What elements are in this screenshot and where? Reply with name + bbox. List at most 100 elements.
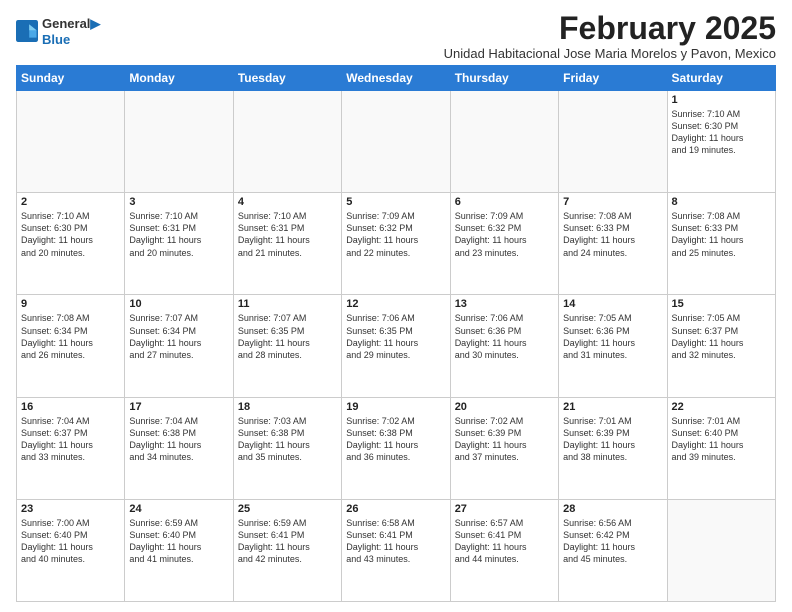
day-info: Sunrise: 7:10 AMSunset: 6:30 PMDaylight:… xyxy=(672,108,771,157)
day-number: 16 xyxy=(21,401,120,413)
day-info: Sunrise: 7:03 AMSunset: 6:38 PMDaylight:… xyxy=(238,415,337,464)
table-row: 1 Sunrise: 7:10 AMSunset: 6:30 PMDaylight… xyxy=(667,91,775,193)
day-number: 24 xyxy=(129,503,228,515)
day-info: Sunrise: 7:08 AMSunset: 6:33 PMDaylight:… xyxy=(672,210,771,259)
table-row: 28Sunrise: 6:56 AMSunset: 6:42 PMDayligh… xyxy=(559,499,667,601)
day-number: 11 xyxy=(238,298,337,310)
day-number: 22 xyxy=(672,401,771,413)
logo-icon xyxy=(16,20,38,42)
day-info: Sunrise: 7:02 AMSunset: 6:38 PMDaylight:… xyxy=(346,415,445,464)
table-row: 19 Sunrise: 7:02 AMSunset: 6:38 PMDayligh… xyxy=(342,397,450,499)
title-block: February 2025 Unidad Habitacional Jose M… xyxy=(444,12,776,61)
table-row: 18 Sunrise: 7:03 AMSunset: 6:38 PMDayligh… xyxy=(233,397,341,499)
day-info: Sunrise: 7:00 AMSunset: 6:40 PMDaylight:… xyxy=(21,517,120,566)
day-number: 17 xyxy=(129,401,228,413)
table-row: 17Sunrise: 7:04 AMSunset: 6:38 PMDayligh… xyxy=(125,397,233,499)
table-row xyxy=(233,91,341,193)
table-row: 4 Sunrise: 7:10 AMSunset: 6:31 PMDaylight… xyxy=(233,193,341,295)
day-number: 27 xyxy=(455,503,554,515)
day-number: 12 xyxy=(346,298,445,310)
table-row xyxy=(559,91,667,193)
day-number: 20 xyxy=(455,401,554,413)
month-year-title: February 2025 xyxy=(444,12,776,44)
table-row xyxy=(450,91,558,193)
logo: General▶ Blue xyxy=(16,16,100,47)
day-number: 15 xyxy=(672,298,771,310)
table-row: 5 Sunrise: 7:09 AMSunset: 6:32 PMDaylight… xyxy=(342,193,450,295)
table-row: 6 Sunrise: 7:09 AMSunset: 6:32 PMDaylight… xyxy=(450,193,558,295)
header-wednesday: Wednesday xyxy=(342,66,450,91)
day-info: Sunrise: 6:58 AMSunset: 6:41 PMDaylight:… xyxy=(346,517,445,566)
day-number: 7 xyxy=(563,196,662,208)
day-info: Sunrise: 7:07 AMSunset: 6:35 PMDaylight:… xyxy=(238,312,337,361)
day-info: Sunrise: 7:06 AMSunset: 6:36 PMDaylight:… xyxy=(455,312,554,361)
table-row: 20 Sunrise: 7:02 AMSunset: 6:39 PMDayligh… xyxy=(450,397,558,499)
header-tuesday: Tuesday xyxy=(233,66,341,91)
day-info: Sunrise: 6:57 AMSunset: 6:41 PMDaylight:… xyxy=(455,517,554,566)
day-number: 4 xyxy=(238,196,337,208)
calendar-week-row: 2 Sunrise: 7:10 AMSunset: 6:30 PMDaylight… xyxy=(17,193,776,295)
table-row xyxy=(667,499,775,601)
day-info: Sunrise: 7:07 AMSunset: 6:34 PMDaylight:… xyxy=(129,312,228,361)
header: General▶ Blue February 2025 Unidad Habit… xyxy=(16,12,776,61)
calendar-week-row: 16 Sunrise: 7:04 AMSunset: 6:37 PMDayligh… xyxy=(17,397,776,499)
day-number: 1 xyxy=(672,94,771,106)
table-row: 15 Sunrise: 7:05 AMSunset: 6:37 PMDayligh… xyxy=(667,295,775,397)
header-saturday: Saturday xyxy=(667,66,775,91)
table-row: 8 Sunrise: 7:08 AMSunset: 6:33 PMDaylight… xyxy=(667,193,775,295)
table-row: 14 Sunrise: 7:05 AMSunset: 6:36 PMDayligh… xyxy=(559,295,667,397)
table-row: 2 Sunrise: 7:10 AMSunset: 6:30 PMDaylight… xyxy=(17,193,125,295)
day-number: 14 xyxy=(563,298,662,310)
day-number: 2 xyxy=(21,196,120,208)
day-number: 28 xyxy=(563,503,662,515)
day-info: Sunrise: 7:10 AMSunset: 6:30 PMDaylight:… xyxy=(21,210,120,259)
table-row xyxy=(17,91,125,193)
day-info: Sunrise: 7:09 AMSunset: 6:32 PMDaylight:… xyxy=(455,210,554,259)
day-number: 21 xyxy=(563,401,662,413)
day-info: Sunrise: 7:08 AMSunset: 6:33 PMDaylight:… xyxy=(563,210,662,259)
table-row: 21Sunrise: 7:01 AMSunset: 6:39 PMDayligh… xyxy=(559,397,667,499)
day-info: Sunrise: 7:06 AMSunset: 6:35 PMDaylight:… xyxy=(346,312,445,361)
day-info: Sunrise: 7:10 AMSunset: 6:31 PMDaylight:… xyxy=(238,210,337,259)
table-row: 22 Sunrise: 7:01 AMSunset: 6:40 PMDayligh… xyxy=(667,397,775,499)
table-row xyxy=(342,91,450,193)
table-row: 7 Sunrise: 7:08 AMSunset: 6:33 PMDaylight… xyxy=(559,193,667,295)
day-info: Sunrise: 7:05 AMSunset: 6:36 PMDaylight:… xyxy=(563,312,662,361)
table-row xyxy=(125,91,233,193)
day-number: 19 xyxy=(346,401,445,413)
day-number: 6 xyxy=(455,196,554,208)
logo-text: General▶ Blue xyxy=(42,16,100,47)
table-row: 10Sunrise: 7:07 AMSunset: 6:34 PMDayligh… xyxy=(125,295,233,397)
day-number: 18 xyxy=(238,401,337,413)
day-info: Sunrise: 7:05 AMSunset: 6:37 PMDaylight:… xyxy=(672,312,771,361)
day-info: Sunrise: 7:10 AMSunset: 6:31 PMDaylight:… xyxy=(129,210,228,259)
header-friday: Friday xyxy=(559,66,667,91)
day-number: 9 xyxy=(21,298,120,310)
header-sunday: Sunday xyxy=(17,66,125,91)
day-number: 26 xyxy=(346,503,445,515)
day-number: 8 xyxy=(672,196,771,208)
day-number: 23 xyxy=(21,503,120,515)
location-subtitle: Unidad Habitacional Jose Maria Morelos y… xyxy=(444,46,776,61)
calendar-week-row: 23 Sunrise: 7:00 AMSunset: 6:40 PMDayligh… xyxy=(17,499,776,601)
table-row: 11 Sunrise: 7:07 AMSunset: 6:35 PMDayligh… xyxy=(233,295,341,397)
day-info: Sunrise: 7:01 AMSunset: 6:40 PMDaylight:… xyxy=(672,415,771,464)
day-info: Sunrise: 7:09 AMSunset: 6:32 PMDaylight:… xyxy=(346,210,445,259)
day-number: 5 xyxy=(346,196,445,208)
table-row: 3Sunrise: 7:10 AMSunset: 6:31 PMDaylight… xyxy=(125,193,233,295)
table-row: 16 Sunrise: 7:04 AMSunset: 6:37 PMDayligh… xyxy=(17,397,125,499)
day-info: Sunrise: 6:59 AMSunset: 6:40 PMDaylight:… xyxy=(129,517,228,566)
calendar-week-row: 9 Sunrise: 7:08 AMSunset: 6:34 PMDaylight… xyxy=(17,295,776,397)
day-number: 25 xyxy=(238,503,337,515)
day-info: Sunrise: 6:59 AMSunset: 6:41 PMDaylight:… xyxy=(238,517,337,566)
day-info: Sunrise: 7:04 AMSunset: 6:37 PMDaylight:… xyxy=(21,415,120,464)
calendar-header-row: Sunday Monday Tuesday Wednesday Thursday… xyxy=(17,66,776,91)
table-row: 25 Sunrise: 6:59 AMSunset: 6:41 PMDayligh… xyxy=(233,499,341,601)
day-info: Sunrise: 7:08 AMSunset: 6:34 PMDaylight:… xyxy=(21,312,120,361)
header-monday: Monday xyxy=(125,66,233,91)
table-row: 26 Sunrise: 6:58 AMSunset: 6:41 PMDayligh… xyxy=(342,499,450,601)
table-row: 27 Sunrise: 6:57 AMSunset: 6:41 PMDayligh… xyxy=(450,499,558,601)
table-row: 9 Sunrise: 7:08 AMSunset: 6:34 PMDaylight… xyxy=(17,295,125,397)
day-info: Sunrise: 7:02 AMSunset: 6:39 PMDaylight:… xyxy=(455,415,554,464)
table-row: 12 Sunrise: 7:06 AMSunset: 6:35 PMDayligh… xyxy=(342,295,450,397)
